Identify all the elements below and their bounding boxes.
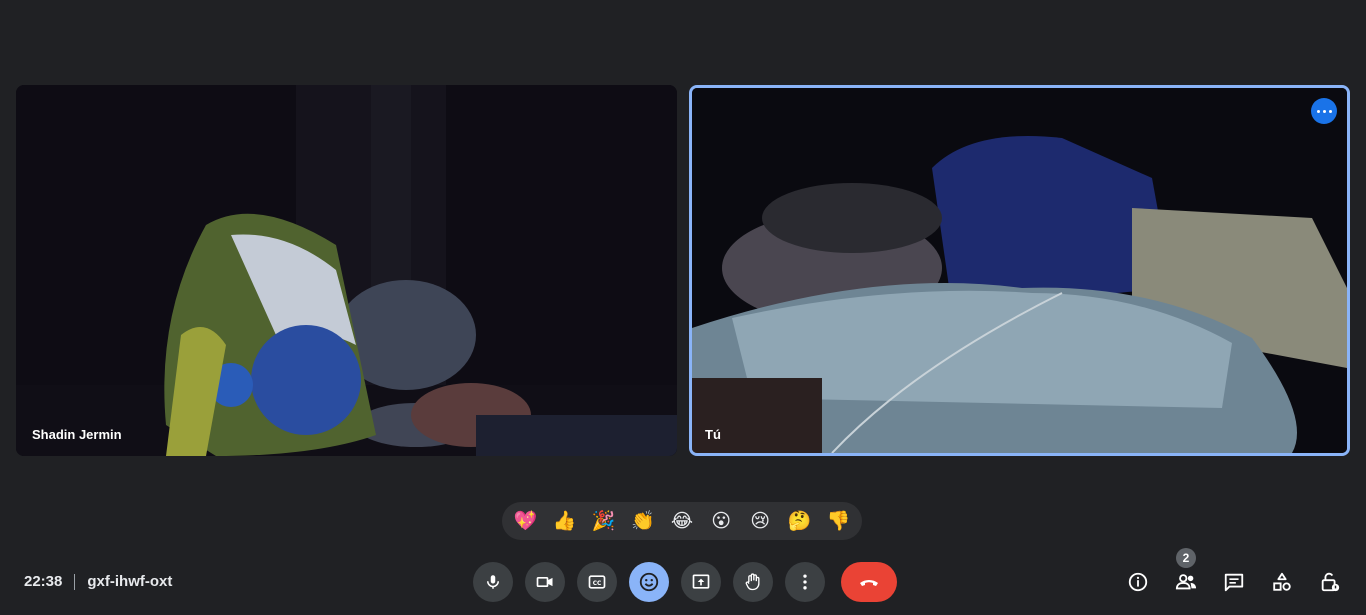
meeting-code[interactable]: gxf-ihwf-oxt <box>87 573 172 590</box>
participant-name: Shadin Jermin <box>32 427 122 442</box>
chat-button[interactable] <box>1216 564 1252 600</box>
people-button[interactable]: 2 <box>1168 548 1204 600</box>
captions-button[interactable]: CC <box>577 562 617 602</box>
present-screen-icon <box>692 574 710 589</box>
activities-icon <box>1273 572 1291 591</box>
meeting-time: 22:38 <box>24 573 63 590</box>
participant-name: Tú <box>705 427 721 442</box>
end-call-icon <box>860 580 878 586</box>
meeting-details-button[interactable] <box>1120 564 1156 600</box>
reactions-bar: 💖 👍 🎉 👏 😂 😮 😢 🤔 👎 <box>502 502 862 540</box>
video-tile-shadin-jermin[interactable]: Shadin Jermin <box>16 85 677 456</box>
info-icon <box>1128 572 1148 592</box>
raise-hand-icon <box>745 573 760 591</box>
captions-icon: CC <box>588 575 606 589</box>
activities-button[interactable] <box>1264 564 1300 600</box>
camera-icon <box>536 577 553 587</box>
people-icon <box>1175 574 1197 590</box>
svg-text:CC: CC <box>593 581 602 587</box>
camera-button[interactable] <box>525 562 565 602</box>
reaction-thumbs-up[interactable]: 👍 <box>548 512 582 531</box>
reaction-thumbs-down[interactable]: 👎 <box>821 512 855 531</box>
host-controls-icon <box>1321 572 1340 592</box>
reaction-thinking[interactable]: 🤔 <box>782 512 816 531</box>
reaction-surprised[interactable]: 😮 <box>704 512 738 531</box>
video-feed <box>16 85 677 456</box>
microphone-button[interactable] <box>473 562 513 602</box>
end-call-button[interactable] <box>841 562 897 602</box>
reaction-clap[interactable]: 👏 <box>626 512 660 531</box>
host-controls-button[interactable] <box>1312 564 1348 600</box>
more-options-button[interactable] <box>785 562 825 602</box>
more-options-badge[interactable] <box>1311 98 1337 124</box>
divider <box>74 573 76 590</box>
more-options-icon <box>803 574 807 590</box>
chat-icon <box>1224 573 1244 592</box>
video-tile-self[interactable]: Tú <box>689 85 1350 456</box>
video-feed <box>692 88 1347 453</box>
reaction-laugh[interactable]: 😂 <box>665 512 699 531</box>
side-panel-controls: 2 <box>1120 548 1348 600</box>
microphone-icon <box>487 575 499 589</box>
emoji-icon <box>639 572 659 592</box>
participant-count-badge: 2 <box>1176 548 1196 568</box>
reaction-sad[interactable]: 😢 <box>743 512 777 531</box>
reaction-party[interactable]: 🎉 <box>587 512 621 531</box>
present-screen-button[interactable] <box>681 562 721 602</box>
reactions-button[interactable] <box>629 562 669 602</box>
meeting-info: 22:38 gxf-ihwf-oxt <box>24 573 172 590</box>
raise-hand-button[interactable] <box>733 562 773 602</box>
reaction-heart[interactable]: 💖 <box>509 512 543 531</box>
call-controls: CC <box>473 562 897 602</box>
